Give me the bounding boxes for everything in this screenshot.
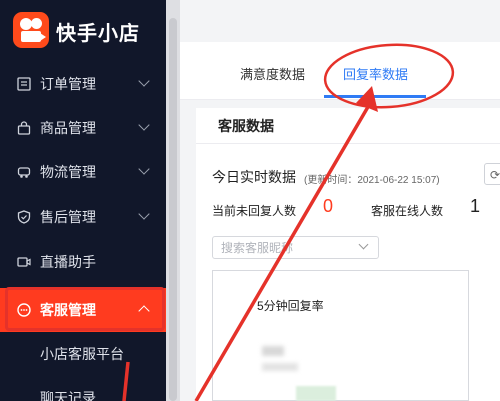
sidebar-item-label: 商品管理 — [40, 120, 96, 136]
annotation-highlight-box — [5, 287, 165, 331]
reply-rate-metric-card — [212, 270, 469, 401]
scrollbar-thumb[interactable] — [169, 18, 177, 401]
online-agents-label: 客服在线人数 — [371, 204, 444, 218]
sidebar-item-orders[interactable]: 订单管理 — [0, 62, 166, 106]
live-icon — [17, 257, 31, 267]
online-agents-value: 1 — [470, 196, 481, 216]
metric-title: 5分钟回复率 — [257, 299, 324, 313]
sidebar-subitem-service-platform[interactable]: 小店客服平台 — [40, 344, 124, 364]
kuaishou-logo-icon[interactable] — [13, 12, 49, 48]
update-timestamp: (更新时间：2021-06-22 15:07) — [304, 175, 440, 186]
unreplied-count-label: 当前未回复人数 — [212, 204, 297, 218]
brand-name: 快手小店 — [56, 23, 140, 45]
agent-search-select[interactable] — [212, 236, 379, 259]
sidebar-item-label: 售后管理 — [40, 209, 96, 225]
sidebar-item-label: 订单管理 — [40, 76, 96, 92]
chevron-down-icon — [138, 208, 150, 220]
tab-satisfaction-data[interactable]: 满意度数据 — [240, 64, 305, 83]
section-title: 客服数据 — [218, 118, 274, 134]
list-icon — [17, 77, 31, 91]
tab-bar — [180, 42, 500, 100]
chevron-down-icon — [138, 119, 150, 131]
shield-icon — [17, 210, 31, 224]
blurred-value — [262, 363, 298, 371]
sidebar: 快手小店 订单管理 商品管理 物流管理 售后管理 直播助手 客服管理 小店客服平… — [0, 0, 166, 401]
sidebar-item-products[interactable]: 商品管理 — [0, 106, 166, 150]
unreplied-count-value: 0 — [323, 196, 334, 216]
blurred-value — [262, 346, 284, 356]
sidebar-item-live-assistant[interactable]: 直播助手 — [0, 240, 166, 284]
sidebar-item-label: 直播助手 — [40, 254, 96, 270]
refresh-icon: ⟳ — [490, 168, 500, 182]
chevron-down-icon — [138, 163, 150, 175]
truck-icon — [17, 167, 31, 178]
sidebar-subitem-chat-records[interactable]: 聊天记录 — [40, 388, 96, 401]
active-tab-indicator — [324, 95, 426, 98]
chevron-down-icon — [138, 75, 150, 87]
sidebar-item-label: 物流管理 — [40, 164, 96, 180]
refresh-button[interactable]: ⟳ — [484, 163, 500, 185]
tab-reply-rate-data[interactable]: 回复率数据 — [343, 64, 408, 83]
divider — [196, 143, 500, 144]
sidebar-item-logistics[interactable]: 物流管理 — [0, 150, 166, 194]
sidebar-item-after-sales[interactable]: 售后管理 — [0, 195, 166, 239]
realtime-data-title: 今日实时数据 — [212, 169, 296, 185]
bag-icon — [17, 121, 31, 135]
blurred-chart-area — [296, 386, 336, 401]
agent-search-input[interactable] — [221, 240, 361, 256]
